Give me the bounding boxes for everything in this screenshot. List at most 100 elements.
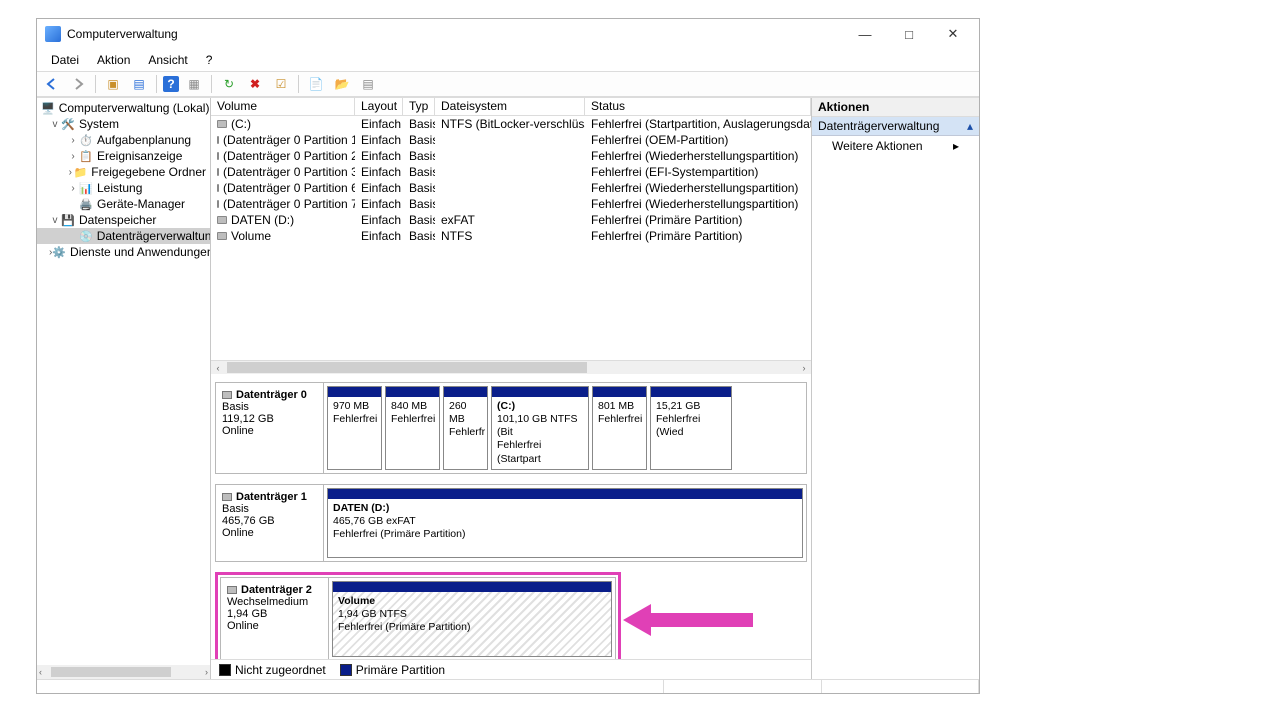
tree-datentraegerverwaltung[interactable]: 💿Datenträgerverwaltung (37, 228, 210, 244)
delete-button[interactable]: ✖ (244, 73, 266, 95)
maximize-button[interactable]: □ (887, 20, 931, 48)
volume-name: (Datenträger 0 Partition 3) (223, 165, 355, 179)
statusbar (37, 679, 979, 693)
tree-system-label: System (79, 117, 119, 131)
volume-row[interactable]: (Datenträger 0 Partition 2)EinfachBasisF… (211, 148, 811, 164)
volume-list: (C:)EinfachBasisNTFS (BitLocker-verschlü… (211, 116, 811, 360)
partition-d[interactable]: DATEN (D:)465,76 GB exFATFehlerfrei (Pri… (327, 488, 803, 558)
disk-1[interactable]: Datenträger 1 Basis 465,76 GB Online DAT… (215, 484, 807, 562)
drive-icon (217, 184, 219, 192)
disk-size: 1,94 GB (227, 608, 322, 620)
legend-primary-icon (340, 664, 352, 676)
forward-button[interactable] (67, 73, 89, 95)
back-button[interactable] (41, 73, 63, 95)
disk-icon (222, 493, 232, 501)
new-folder-button[interactable]: 📄 (305, 73, 327, 95)
tree-label: Geräte-Manager (97, 197, 185, 211)
tree-datenspeicher[interactable]: v💾Datenspeicher (37, 212, 210, 228)
tree-aufgabenplanung[interactable]: ›⏱️Aufgabenplanung (37, 132, 210, 148)
volume-row[interactable]: (C:)EinfachBasisNTFS (BitLocker-verschlü… (211, 116, 811, 132)
volume-row[interactable]: (Datenträger 0 Partition 7)EinfachBasisF… (211, 196, 811, 212)
app-icon (45, 26, 61, 42)
check-button[interactable]: ☑ (270, 73, 292, 95)
disk-2-label: Datenträger 2 Wechselmedium 1,94 GB Onli… (221, 578, 329, 659)
partition-volume[interactable]: Volume1,94 GB NTFSFehlerfrei (Primäre Pa… (332, 581, 612, 657)
drive-icon (217, 152, 219, 160)
volume-row[interactable]: DATEN (D:)EinfachBasisexFATFehlerfrei (P… (211, 212, 811, 228)
tree-label: Datenspeicher (79, 213, 156, 227)
disk-graphical-area: Datenträger 0 Basis 119,12 GB Online 970… (211, 374, 811, 659)
tree-system[interactable]: v🛠️System (37, 116, 210, 132)
volume-row[interactable]: (Datenträger 0 Partition 3)EinfachBasisF… (211, 164, 811, 180)
partition-c[interactable]: (C:)101,10 GB NTFS (BitFehlerfrei (Start… (491, 386, 589, 470)
menu-ansicht[interactable]: Ansicht (140, 51, 195, 69)
actions-section[interactable]: Datenträgerverwaltung ▴ (812, 117, 979, 136)
center-pane: Volume Layout Typ Dateisystem Status (C:… (211, 98, 811, 679)
volume-row[interactable]: (Datenträger 0 Partition 1)EinfachBasisF… (211, 132, 811, 148)
tree-dienste[interactable]: ›⚙️Dienste und Anwendungen (37, 244, 210, 260)
menu-datei[interactable]: Datei (43, 51, 87, 69)
tree-label: Freigegebene Ordner (91, 165, 206, 179)
refresh-button[interactable]: ↻ (218, 73, 240, 95)
view-button[interactable]: ▤ (357, 73, 379, 95)
drive-icon (217, 120, 227, 128)
tree-root-label: Computerverwaltung (Lokal) (59, 101, 210, 115)
disk-state: Online (222, 527, 317, 539)
partition[interactable]: 801 MBFehlerfrei (592, 386, 647, 470)
partition[interactable]: 970 MBFehlerfrei (327, 386, 382, 470)
disk-type: Wechselmedium (227, 596, 322, 608)
volume-row[interactable]: VolumeEinfachBasisNTFSFehlerfrei (Primär… (211, 228, 811, 244)
disk-type: Basis (222, 503, 317, 515)
disk-2-highlight: Datenträger 2 Wechselmedium 1,94 GB Onli… (215, 572, 621, 659)
tree-label: Dienste und Anwendungen (70, 245, 211, 259)
legend: Nicht zugeordnet Primäre Partition (211, 659, 811, 679)
tree-ereignisanzeige[interactable]: ›📋Ereignisanzeige (37, 148, 210, 164)
legend-unallocated-icon (219, 664, 231, 676)
drive-icon (217, 168, 219, 176)
tree-label: Datenträgerverwaltung (97, 229, 211, 243)
close-button[interactable]: ✕ (931, 20, 975, 48)
chevron-right-icon: ▸ (953, 139, 959, 153)
volume-row[interactable]: (Datenträger 0 Partition 6)EinfachBasisF… (211, 180, 811, 196)
menu-help[interactable]: ? (198, 51, 221, 69)
tree-freigegebene[interactable]: ›📁Freigegebene Ordner (37, 164, 210, 180)
actions-pane: Aktionen Datenträgerverwaltung ▴ Weitere… (811, 98, 979, 679)
volume-list-hscroll[interactable]: ‹ › (211, 360, 811, 374)
drive-icon (217, 216, 227, 224)
disk-icon (222, 391, 232, 399)
col-status[interactable]: Status (585, 98, 811, 115)
col-dateisystem[interactable]: Dateisystem (435, 98, 585, 115)
tree-geraetemanager[interactable]: 🖨️Geräte-Manager (37, 196, 210, 212)
partition[interactable]: 260 MBFehlerfr (443, 386, 488, 470)
col-volume[interactable]: Volume (211, 98, 355, 115)
show-hide-tree-button[interactable]: ▤ (128, 73, 150, 95)
disk-name: Datenträger 0 (236, 389, 307, 401)
disk-name: Datenträger 1 (236, 491, 307, 503)
col-layout[interactable]: Layout (355, 98, 403, 115)
up-button[interactable]: ▣ (102, 73, 124, 95)
partition[interactable]: 15,21 GBFehlerfrei (Wied (650, 386, 732, 470)
tree-leistung[interactable]: ›📊Leistung (37, 180, 210, 196)
properties-button[interactable]: ▦ (183, 73, 205, 95)
volume-name: (C:) (231, 117, 251, 131)
volume-name: (Datenträger 0 Partition 2) (223, 149, 355, 163)
disk-0[interactable]: Datenträger 0 Basis 119,12 GB Online 970… (215, 382, 807, 474)
chevron-up-icon: ▴ (967, 119, 973, 133)
export-button[interactable]: 📂 (331, 73, 353, 95)
help-button[interactable]: ? (163, 76, 179, 92)
disk-1-label: Datenträger 1 Basis 465,76 GB Online (216, 485, 324, 561)
tree-label: Leistung (97, 181, 142, 195)
minimize-button[interactable]: — (843, 20, 887, 48)
disk-name: Datenträger 2 (241, 584, 312, 596)
menu-aktion[interactable]: Aktion (89, 51, 138, 69)
tree-root[interactable]: 🖥️Computerverwaltung (Lokal) (37, 100, 210, 116)
partition[interactable]: 840 MBFehlerfrei (385, 386, 440, 470)
col-typ[interactable]: Typ (403, 98, 435, 115)
volume-name: (Datenträger 0 Partition 6) (223, 181, 355, 195)
actions-more[interactable]: Weitere Aktionen ▸ (812, 136, 979, 156)
disk-2[interactable]: Datenträger 2 Wechselmedium 1,94 GB Onli… (220, 577, 616, 659)
menubar: Datei Aktion Ansicht ? (37, 49, 979, 71)
volume-name: DATEN (D:) (231, 213, 294, 227)
drive-icon (217, 232, 227, 240)
tree-hscroll[interactable]: ‹ › (37, 665, 210, 679)
